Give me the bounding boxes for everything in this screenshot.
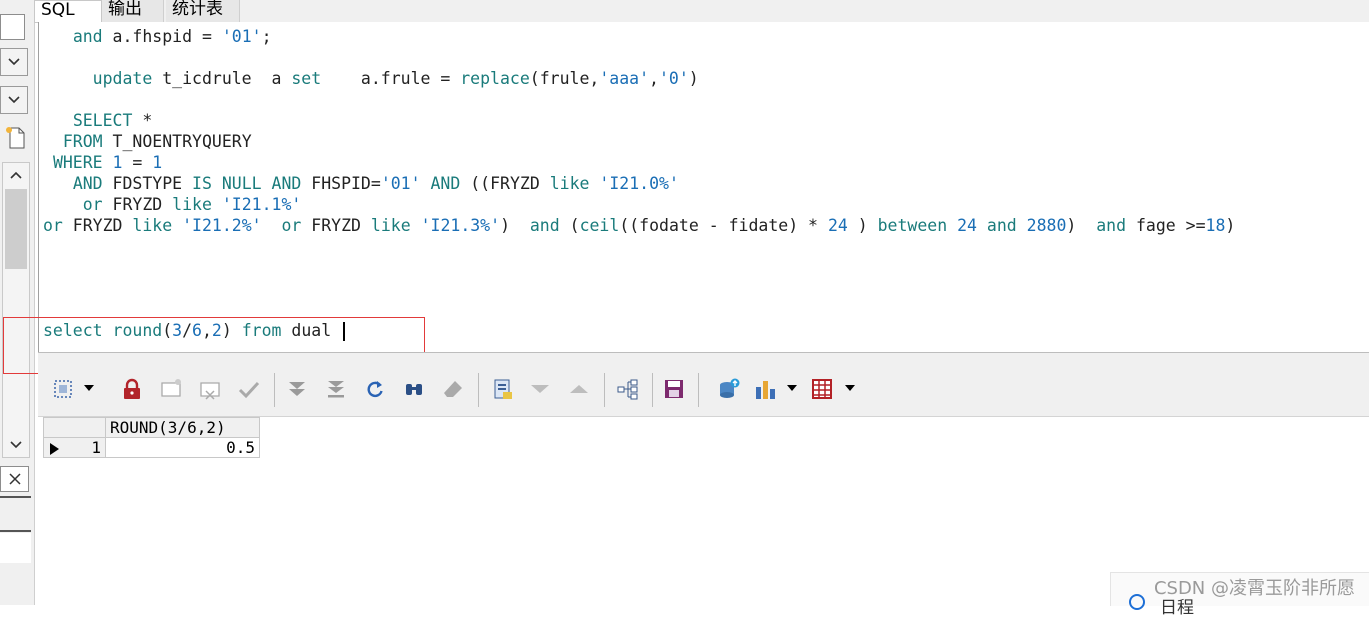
code-line: or FRYZD like 'I21.2%' or FRYZD like 'I2… bbox=[43, 216, 1236, 235]
code-line: or FRYZD like 'I21.1%' bbox=[82, 195, 302, 214]
new-file-icon[interactable] bbox=[3, 124, 27, 150]
result-toolbar bbox=[38, 361, 1369, 417]
toolbar-separator bbox=[604, 373, 605, 407]
grid-select-icon bbox=[54, 380, 72, 398]
chevron-down-icon bbox=[8, 58, 20, 66]
clear-icon bbox=[444, 381, 462, 397]
new-record-icon bbox=[161, 379, 181, 397]
left-panel bbox=[0, 0, 35, 605]
next-record-icon bbox=[531, 385, 549, 393]
toolbar-separator bbox=[478, 373, 479, 407]
export-button[interactable] bbox=[716, 376, 742, 402]
watermark: CSDN @凌霄玉阶非所愿 bbox=[1153, 578, 1355, 599]
tree-view-button[interactable] bbox=[615, 376, 641, 402]
next-record-button[interactable] bbox=[527, 376, 553, 402]
object-type-dropdown[interactable] bbox=[0, 48, 28, 76]
divider bbox=[0, 530, 31, 532]
previous-record-icon bbox=[570, 385, 588, 393]
spreadsheet-button[interactable] bbox=[809, 376, 835, 402]
code-line: SELECT * bbox=[72, 111, 153, 130]
previous-record-button[interactable] bbox=[566, 376, 592, 402]
scroll-thumb[interactable] bbox=[5, 189, 27, 269]
find-button[interactable] bbox=[401, 376, 427, 402]
fetch-next-button[interactable] bbox=[284, 376, 310, 402]
code-line: and a.fhspid = '01'; bbox=[72, 27, 272, 46]
grid-select-button[interactable] bbox=[50, 376, 76, 402]
save-icon bbox=[665, 380, 683, 398]
result-grid[interactable]: ROUND(3/6,2) 1 0.5 bbox=[43, 417, 260, 458]
delete-record-button[interactable] bbox=[197, 376, 223, 402]
query-by-example-button[interactable] bbox=[490, 376, 516, 402]
chevron-down-icon bbox=[8, 96, 20, 104]
left-scrollbar[interactable] bbox=[2, 162, 30, 458]
editor-tabs: SQL 输出 统计表 bbox=[34, 0, 1369, 23]
chart-icon bbox=[756, 381, 775, 399]
find-icon bbox=[406, 384, 422, 395]
close-button[interactable] bbox=[0, 466, 29, 492]
fetch-last-icon bbox=[328, 381, 344, 398]
post-check-icon bbox=[238, 381, 260, 399]
toolbar-separator bbox=[652, 373, 653, 407]
tab-statistics[interactable]: 统计表 bbox=[166, 0, 240, 22]
scroll-up-icon[interactable] bbox=[3, 163, 29, 187]
divider bbox=[0, 496, 31, 498]
code-line: AND FDSTYPE IS NULL AND FHSPID='01' AND … bbox=[72, 174, 679, 193]
object-field[interactable] bbox=[0, 14, 25, 40]
object-owner-dropdown[interactable] bbox=[0, 86, 28, 114]
delete-record-icon bbox=[200, 382, 220, 400]
fetch-last-button[interactable] bbox=[323, 376, 349, 402]
lock-button[interactable] bbox=[119, 376, 145, 402]
close-icon bbox=[8, 473, 21, 485]
sql-code[interactable]: and a.fhspid = '01'; update t_icdrule a … bbox=[43, 26, 1235, 341]
column-header[interactable]: ROUND(3/6,2) bbox=[105, 417, 260, 438]
row-number: 1 bbox=[91, 438, 101, 457]
save-button[interactable] bbox=[661, 376, 687, 402]
export-icon bbox=[720, 378, 740, 398]
fetch-next-icon bbox=[289, 382, 305, 396]
chevron-down-icon[interactable] bbox=[787, 385, 797, 391]
code-line: WHERE 1 = 1 bbox=[52, 153, 163, 172]
calendar-icon bbox=[1129, 594, 1145, 610]
scroll-down-icon[interactable] bbox=[3, 433, 29, 457]
chart-button[interactable] bbox=[752, 376, 778, 402]
sql-editor[interactable]: and a.fhspid = '01'; update t_icdrule a … bbox=[38, 22, 1369, 352]
refresh-icon bbox=[367, 381, 383, 398]
chevron-down-icon[interactable] bbox=[84, 385, 94, 391]
object-list[interactable] bbox=[0, 533, 31, 563]
code-line: update t_icdrule a set a.frule = replace… bbox=[92, 69, 699, 88]
query-by-example-icon bbox=[494, 379, 512, 399]
table-cell[interactable]: 0.5 bbox=[105, 437, 260, 458]
refresh-button[interactable] bbox=[362, 376, 388, 402]
tab-output[interactable]: 输出 bbox=[102, 0, 164, 22]
table-row[interactable]: 1 0.5 bbox=[43, 437, 260, 458]
post-button[interactable] bbox=[236, 376, 262, 402]
grid-header-row: ROUND(3/6,2) bbox=[43, 417, 260, 438]
grid-corner[interactable] bbox=[43, 417, 106, 438]
toolbar-separator bbox=[274, 373, 275, 407]
current-row-pointer-icon bbox=[50, 443, 59, 455]
tab-sql[interactable]: SQL bbox=[34, 0, 102, 22]
clear-button[interactable] bbox=[440, 376, 466, 402]
new-record-button[interactable] bbox=[158, 376, 184, 402]
toolbar-separator bbox=[698, 373, 699, 407]
row-header[interactable]: 1 bbox=[43, 437, 106, 458]
lock-icon bbox=[124, 378, 140, 399]
spreadsheet-icon bbox=[812, 379, 832, 399]
tree-view-icon bbox=[617, 379, 638, 400]
chevron-down-icon[interactable] bbox=[845, 385, 855, 391]
code-line: FROM T_NOENTRYQUERY bbox=[62, 132, 252, 151]
